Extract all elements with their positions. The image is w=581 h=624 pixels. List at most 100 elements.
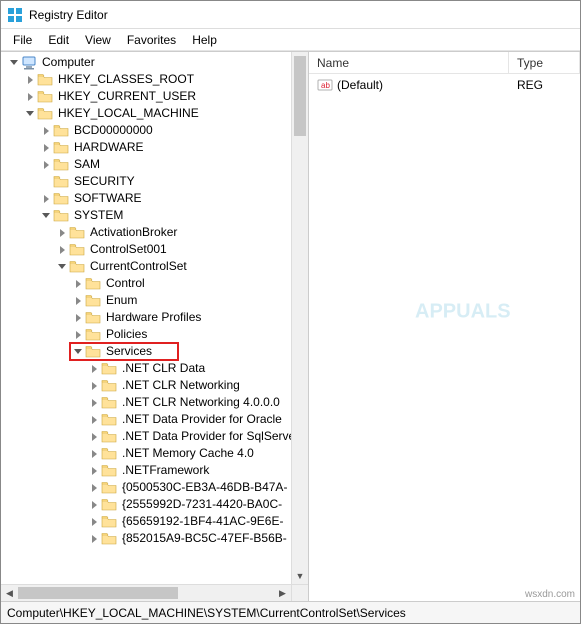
expand-chevron-icon[interactable]: [87, 467, 101, 475]
expand-chevron-icon[interactable]: [87, 365, 101, 373]
tree-item[interactable]: .NET CLR Data: [3, 360, 308, 377]
folder-icon: [69, 243, 85, 257]
folder-icon: [69, 260, 85, 274]
expand-chevron-icon[interactable]: [87, 416, 101, 424]
expand-chevron-icon[interactable]: [87, 382, 101, 390]
folder-icon: [101, 379, 117, 393]
tree-item[interactable]: .NET CLR Networking: [3, 377, 308, 394]
expand-chevron-icon[interactable]: [87, 518, 101, 526]
tree-item[interactable]: .NETFramework: [3, 462, 308, 479]
tree-item[interactable]: Services: [3, 343, 308, 360]
folder-icon: [101, 515, 117, 529]
folder-icon: [37, 107, 53, 121]
registry-tree[interactable]: ComputerHKEY_CLASSES_ROOTHKEY_CURRENT_US…: [1, 52, 308, 547]
tree-item[interactable]: SYSTEM: [3, 207, 308, 224]
tree-item-label: ControlSet001: [88, 241, 169, 258]
expand-chevron-icon[interactable]: [23, 76, 37, 84]
expand-chevron-icon[interactable]: [87, 484, 101, 492]
expand-chevron-icon[interactable]: [39, 195, 53, 203]
menu-view[interactable]: View: [77, 31, 119, 49]
tree-item[interactable]: Policies: [3, 326, 308, 343]
expand-chevron-icon[interactable]: [23, 93, 37, 101]
tree-item[interactable]: .NET Memory Cache 4.0: [3, 445, 308, 462]
scroll-left-icon[interactable]: ◀: [1, 585, 18, 601]
scroll-right-icon[interactable]: ▶: [274, 585, 291, 601]
menu-favorites[interactable]: Favorites: [119, 31, 184, 49]
folder-icon: [53, 124, 69, 138]
tree-item-label: SYSTEM: [72, 207, 125, 224]
menu-file[interactable]: File: [5, 31, 40, 49]
tree-item-label: Control: [104, 275, 147, 292]
tree-item-label: {852015A9-BC5C-47EF-B56B-: [120, 530, 289, 547]
collapse-chevron-icon[interactable]: [39, 213, 53, 218]
expand-chevron-icon[interactable]: [87, 450, 101, 458]
tree-item[interactable]: SOFTWARE: [3, 190, 308, 207]
folder-icon: [85, 345, 101, 359]
tree-item[interactable]: SAM: [3, 156, 308, 173]
expand-chevron-icon[interactable]: [55, 229, 69, 237]
tree-item[interactable]: BCD00000000: [3, 122, 308, 139]
tree-item[interactable]: .NET Data Provider for Oracle: [3, 411, 308, 428]
tree-item[interactable]: HKEY_CLASSES_ROOT: [3, 71, 308, 88]
tree-item-label: Computer: [40, 54, 97, 71]
tree-item-label: HKEY_CURRENT_USER: [56, 88, 198, 105]
tree-item-label: Services: [104, 343, 154, 360]
folder-icon: [101, 532, 117, 546]
tree-item[interactable]: {2555992D-7231-4420-BA0C-: [3, 496, 308, 513]
expand-chevron-icon[interactable]: [71, 297, 85, 305]
column-header-type[interactable]: Type: [509, 52, 580, 73]
tree-item[interactable]: Control: [3, 275, 308, 292]
collapse-chevron-icon[interactable]: [23, 111, 37, 116]
value-name: (Default): [337, 78, 517, 92]
tree-item[interactable]: ControlSet001: [3, 241, 308, 258]
collapse-chevron-icon[interactable]: [71, 349, 85, 354]
tree-item[interactable]: .NET Data Provider for SqlServer: [3, 428, 308, 445]
expand-chevron-icon[interactable]: [71, 280, 85, 288]
scroll-down-icon[interactable]: ▼: [292, 567, 308, 584]
tree-item[interactable]: HARDWARE: [3, 139, 308, 156]
folder-icon: [101, 413, 117, 427]
column-header-name[interactable]: Name: [309, 52, 509, 73]
folder-icon: [101, 498, 117, 512]
tree-item[interactable]: ActivationBroker: [3, 224, 308, 241]
collapse-chevron-icon[interactable]: [55, 264, 69, 269]
tree-item-label: Policies: [104, 326, 149, 343]
tree-item[interactable]: SECURITY: [3, 173, 308, 190]
tree-item[interactable]: HKEY_LOCAL_MACHINE: [3, 105, 308, 122]
collapse-chevron-icon[interactable]: [7, 60, 21, 65]
expand-chevron-icon[interactable]: [87, 501, 101, 509]
scroll-thumb[interactable]: [18, 587, 178, 599]
expand-chevron-icon[interactable]: [71, 331, 85, 339]
tree-item[interactable]: CurrentControlSet: [3, 258, 308, 275]
expand-chevron-icon[interactable]: [55, 246, 69, 254]
expand-chevron-icon[interactable]: [87, 433, 101, 441]
tree-item[interactable]: {852015A9-BC5C-47EF-B56B-: [3, 530, 308, 547]
expand-chevron-icon[interactable]: [39, 144, 53, 152]
tree-horizontal-scrollbar[interactable]: ◀ ▶: [1, 584, 291, 601]
tree-vertical-scrollbar[interactable]: ▲ ▼: [291, 52, 308, 584]
tree-item[interactable]: Hardware Profiles: [3, 309, 308, 326]
value-list-pane: Name Type ab (Default) REG APPUALS: [309, 52, 580, 601]
menu-edit[interactable]: Edit: [40, 31, 77, 49]
tree-item-label: .NET Memory Cache 4.0: [120, 445, 256, 462]
expand-chevron-icon[interactable]: [39, 127, 53, 135]
menu-help[interactable]: Help: [184, 31, 225, 49]
tree-item-label: .NET CLR Networking 4.0.0.0: [120, 394, 282, 411]
expand-chevron-icon[interactable]: [87, 535, 101, 543]
tree-item[interactable]: .NET CLR Networking 4.0.0.0: [3, 394, 308, 411]
computer-icon: [21, 56, 37, 70]
scroll-thumb[interactable]: [294, 56, 306, 136]
expand-chevron-icon[interactable]: [71, 314, 85, 322]
tree-item[interactable]: Computer: [3, 54, 308, 71]
tree-item[interactable]: HKEY_CURRENT_USER: [3, 88, 308, 105]
expand-chevron-icon[interactable]: [39, 161, 53, 169]
list-body: ab (Default) REG: [309, 74, 580, 601]
tree-item[interactable]: Enum: [3, 292, 308, 309]
expand-chevron-icon[interactable]: [87, 399, 101, 407]
tree-item[interactable]: {65659192-1BF4-41AC-9E6E-: [3, 513, 308, 530]
tree-pane: ComputerHKEY_CLASSES_ROOTHKEY_CURRENT_US…: [1, 52, 309, 601]
folder-icon: [85, 277, 101, 291]
list-item[interactable]: ab (Default) REG: [309, 76, 580, 94]
tree-item-label: SOFTWARE: [72, 190, 144, 207]
tree-item[interactable]: {0500530C-EB3A-46DB-B47A-: [3, 479, 308, 496]
